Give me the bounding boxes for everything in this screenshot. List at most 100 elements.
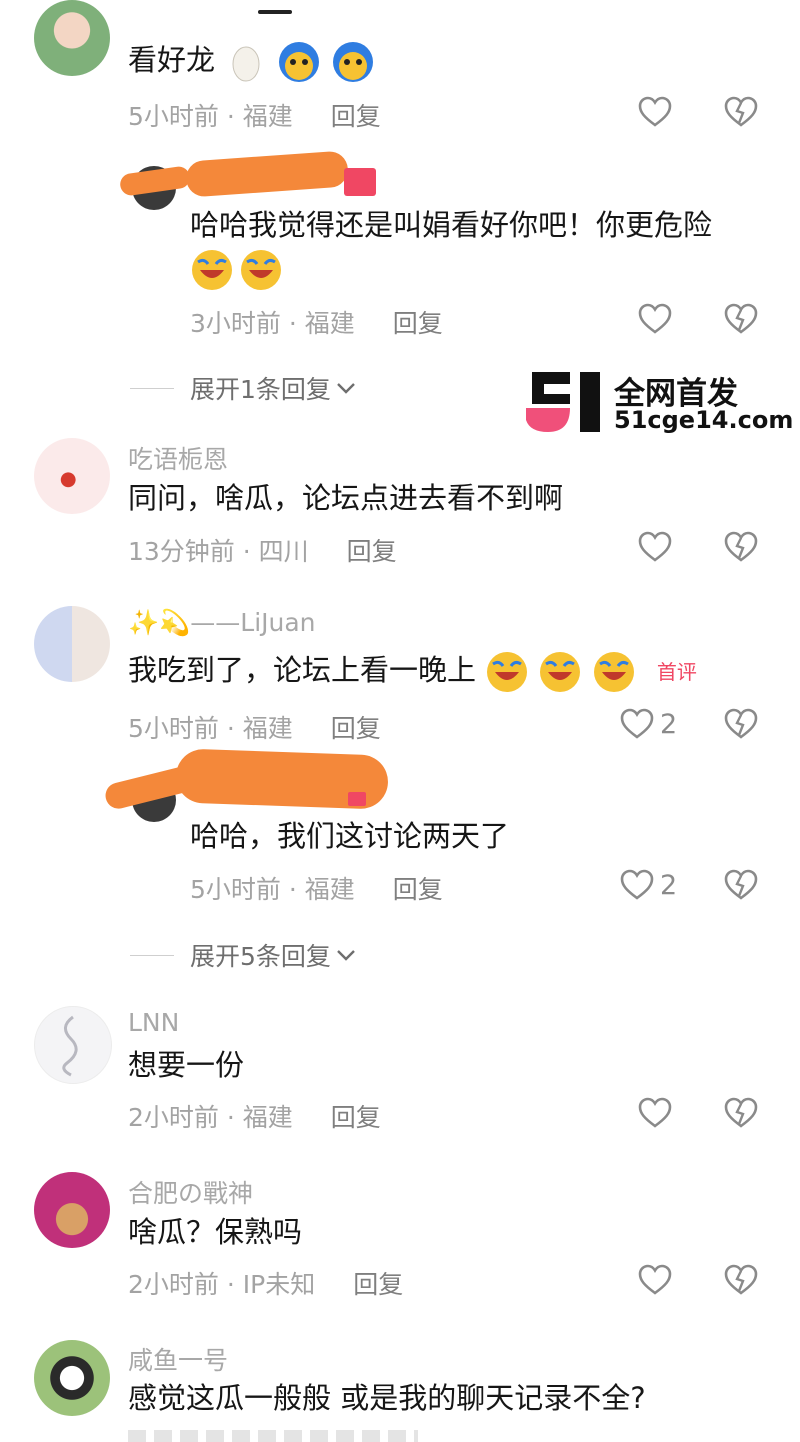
laughing-emoji-icon (487, 652, 528, 692)
broken-heart-icon (724, 1264, 758, 1295)
like-button[interactable] (638, 303, 672, 335)
broken-heart-icon (724, 869, 758, 900)
dislike-button[interactable] (724, 708, 758, 744)
heart-outline-icon (638, 96, 672, 127)
heart-outline-icon (620, 869, 654, 900)
laughing-emoji-icon (241, 250, 282, 290)
comment-text: 想要一份 (128, 1048, 245, 1082)
heart-outline-icon (638, 1097, 672, 1128)
avatar[interactable] (34, 1340, 110, 1416)
comment-meta-cutoff (128, 1430, 418, 1442)
sparkle-icon: ✨💫 (128, 608, 191, 637)
comment-text: 啥瓜？保熟吗 (128, 1215, 303, 1249)
comment-time: 5小时前 (190, 875, 281, 904)
dragon-sketch-icon (62, 1015, 78, 1077)
chevron-down-icon (337, 950, 355, 961)
egg-icon (232, 46, 260, 82)
dislike-button[interactable] (724, 96, 758, 132)
reply-button[interactable]: 回复 (331, 1103, 381, 1132)
watermark-logo: 全网首发 51cge14.com (524, 370, 793, 436)
avatar[interactable] (34, 606, 110, 682)
expand-label: 展开5条回复 (190, 942, 331, 971)
comment-time: 5小时前 (128, 714, 219, 743)
comment-meta: 5小时前 · 福建 回复 (128, 714, 381, 743)
dislike-button[interactable] (724, 303, 758, 339)
comment-location: 福建 (242, 102, 293, 131)
emoji-icon (279, 42, 320, 82)
expand-replies-button[interactable]: 展开1条回复 (130, 370, 357, 406)
heart-outline-icon (638, 303, 672, 334)
comment-text: 看好龙 (128, 40, 375, 84)
author-badge (344, 168, 376, 196)
comment-time: 3小时前 (190, 309, 281, 338)
expand-label: 展开1条回复 (190, 375, 331, 404)
like-count: 2 (660, 708, 678, 740)
dislike-button[interactable] (724, 1264, 758, 1300)
dislike-button[interactable] (724, 1097, 758, 1133)
comment-time: 2小时前 (128, 1270, 219, 1299)
broken-heart-icon (724, 531, 758, 562)
comment-location: 福建 (242, 1103, 293, 1132)
like-button[interactable] (638, 1264, 672, 1296)
divider (130, 954, 174, 956)
username[interactable]: 吃语栀恩 (128, 440, 228, 476)
like-button[interactable]: 2 (620, 869, 677, 901)
dislike-button[interactable] (724, 869, 758, 905)
comment-text: 同问，啥瓜，论坛点进去看不到啊 (128, 481, 564, 515)
divider (130, 387, 174, 389)
broken-heart-icon (724, 708, 758, 739)
reply-button[interactable]: 回复 (331, 714, 381, 743)
broken-heart-icon (724, 303, 758, 334)
chevron-down-icon (337, 383, 355, 394)
comment-meta: 5小时前 · 福建 回复 (190, 875, 443, 904)
like-button[interactable] (638, 531, 672, 563)
comment-location: 四川 (258, 537, 309, 566)
like-button[interactable] (638, 1097, 672, 1129)
redaction-scribble (118, 165, 192, 197)
reply-button[interactable]: 回复 (393, 875, 443, 904)
reply-button[interactable]: 回复 (353, 1270, 403, 1299)
comment-text: 感觉这瓜一般般 或是我的聊天记录不全? (128, 1381, 646, 1415)
comment-meta: 5小时前 · 福建 回复 (128, 102, 381, 131)
comment-location: 福建 (304, 875, 355, 904)
comment-location: 福建 (304, 309, 355, 338)
reply-text: 哈哈，我们这讨论两天了 (190, 819, 510, 853)
reply-button[interactable]: 回复 (347, 537, 397, 566)
redaction-scribble (184, 150, 350, 198)
username[interactable]: ✨💫——LiJuan (128, 608, 316, 638)
like-count: 2 (660, 869, 678, 901)
like-button[interactable]: 2 (620, 708, 677, 740)
broken-heart-icon (724, 96, 758, 127)
laughing-emoji-icon (192, 250, 232, 290)
dislike-button[interactable] (724, 531, 758, 567)
comment-meta: 2小时前 · 福建 回复 (128, 1103, 381, 1132)
comment-time: 2小时前 (128, 1103, 219, 1132)
heart-outline-icon (620, 708, 654, 739)
username[interactable]: 合肥の戰神 (128, 1174, 253, 1210)
comment-meta: 2小时前 · IP未知 回复 (128, 1270, 404, 1299)
avatar[interactable] (34, 438, 110, 514)
heart-outline-icon (638, 1264, 672, 1295)
top-handle (258, 10, 292, 14)
comment-time: 13分钟前 (128, 537, 235, 566)
watermark-url: 51cge14.com (614, 406, 794, 434)
broken-heart-icon (724, 1097, 758, 1128)
avatar[interactable] (34, 0, 110, 76)
comment-meta: 13分钟前 · 四川 回复 (128, 537, 397, 566)
reply-button[interactable]: 回复 (393, 309, 443, 338)
avatar[interactable] (34, 1006, 112, 1084)
expand-replies-button[interactable]: 展开5条回复 (130, 937, 357, 973)
laughing-emoji-icon (593, 652, 634, 692)
laughing-emoji-icon (540, 652, 581, 692)
author-badge (348, 792, 366, 806)
brand-51-logo-icon (526, 372, 600, 432)
like-button[interactable] (638, 96, 672, 128)
username[interactable]: 咸鱼一号 (128, 1341, 228, 1377)
comment-location: IP未知 (242, 1270, 316, 1299)
avatar[interactable] (34, 1172, 110, 1248)
comment-time: 5小时前 (128, 102, 219, 131)
comment-text: 我吃到了，论坛上看一晚上 首评 (128, 650, 697, 694)
username[interactable]: LNN (128, 1008, 179, 1037)
reply-text: 哈哈我觉得还是叫娟看好你吧！你更危险 (190, 208, 713, 242)
reply-button[interactable]: 回复 (331, 102, 381, 131)
